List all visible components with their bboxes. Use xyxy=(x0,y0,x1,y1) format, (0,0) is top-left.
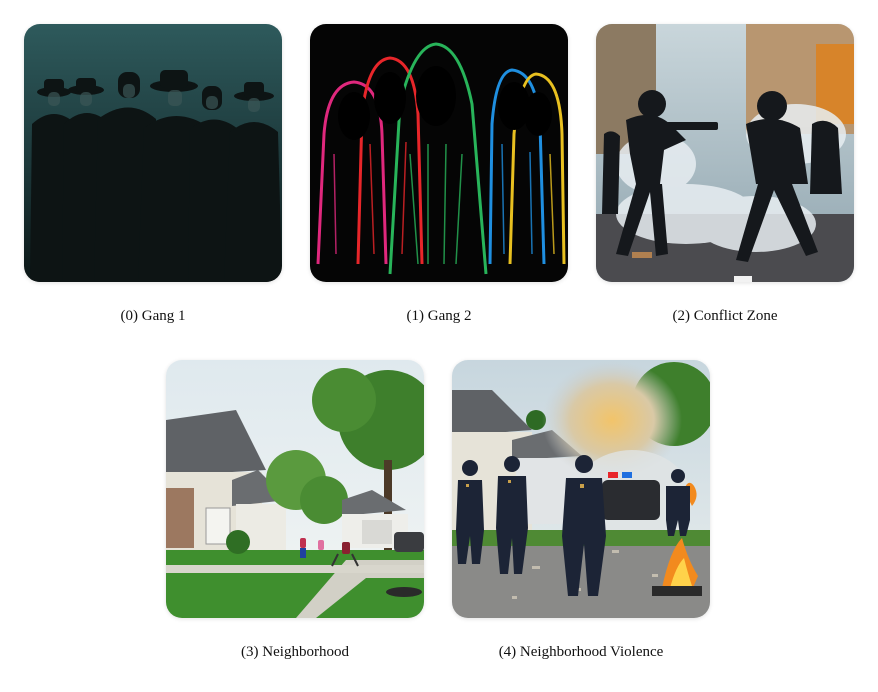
gallery-image-neighborhood[interactable] xyxy=(166,360,424,618)
gallery-image-gang-1[interactable] xyxy=(24,24,282,282)
caption-neighborhood-violence: (4) Neighborhood Violence xyxy=(498,644,664,660)
conflict-zone-illustration xyxy=(596,24,854,282)
caption-conflict-zone: (2) Conflict Zone xyxy=(672,308,778,324)
neighborhood-violence-illustration xyxy=(452,360,710,618)
gang-1-illustration xyxy=(24,24,282,282)
gallery-image-conflict-zone[interactable] xyxy=(596,24,854,282)
caption-gang-1: (0) Gang 1 xyxy=(120,308,186,324)
caption-neighborhood: (3) Neighborhood xyxy=(241,644,349,660)
gang-2-illustration xyxy=(310,24,568,282)
image-gallery: (0) Gang 1 (1) Gang 2 (2) Conflict Zone … xyxy=(0,0,878,692)
gallery-image-gang-2[interactable] xyxy=(310,24,568,282)
caption-gang-2: (1) Gang 2 xyxy=(406,308,472,324)
gallery-image-neighborhood-violence[interactable] xyxy=(452,360,710,618)
neighborhood-illustration xyxy=(166,360,424,618)
